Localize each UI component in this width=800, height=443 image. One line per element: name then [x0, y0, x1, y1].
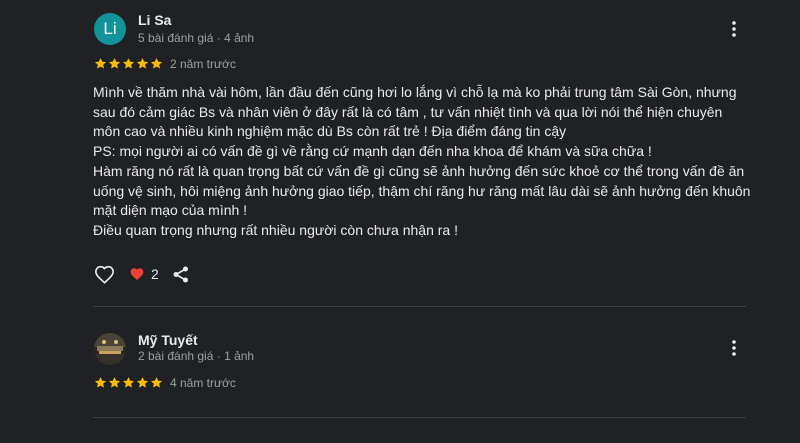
review-card: Mỹ Tuyết 2 bài đánh giá · 1 ảnh 4 năm tr… [0, 320, 800, 420]
review-text-line: Mình về thăm nhà vài hôm, lần đầu đến cũ… [93, 84, 737, 100]
review-card: Li Li Sa 5 bài đánh giá · 4 ảnh 2 năm tr… [0, 0, 800, 310]
heart-filled-icon [130, 268, 144, 281]
review-text-line: PS: mọi người ai có vấn đề gì về rằng cứ… [93, 143, 652, 160]
review-time: 4 năm trước [170, 376, 236, 390]
review-time: 2 năm trước [170, 57, 236, 71]
review-text-line: uống vệ sinh, hôi miệng ảnh hưởng giao t… [93, 182, 751, 199]
review-text-line: Điều quan trọng nhưng rất nhiều người cò… [93, 221, 458, 238]
star-icon [94, 58, 107, 69]
review-text-line: sau đó cảm giác Bs và nhân viên ở đây rấ… [93, 103, 723, 120]
star-rating [94, 376, 163, 389]
heart-outline-icon [94, 265, 114, 284]
review-divider [93, 417, 746, 418]
like-button[interactable] [93, 263, 115, 285]
review-text: Mình về thăm nhà vài hôm, lần đầu đến cũ… [93, 83, 753, 241]
review-divider [93, 306, 746, 307]
reviewer-name[interactable]: Li Sa [138, 12, 171, 28]
review-actions: 2 [93, 263, 191, 285]
star-icon [108, 377, 121, 388]
star-icon [108, 58, 121, 69]
avatar[interactable] [94, 333, 126, 365]
star-icon [122, 377, 135, 388]
review-text-line: môn cao và nhiều kinh nghiệm mặc dù Bs c… [93, 123, 567, 140]
star-icon [150, 58, 163, 69]
more-options-button[interactable] [722, 17, 746, 41]
avatar[interactable]: Li [94, 13, 126, 45]
avatar-photo [94, 333, 126, 365]
review-text-line: mặt diện mạo của mình ! [93, 202, 248, 219]
more-options-button[interactable] [722, 336, 746, 360]
star-rating [94, 57, 163, 70]
more-vert-icon [732, 21, 736, 37]
reviewer-meta: 2 bài đánh giá · 1 ảnh [138, 349, 255, 363]
star-icon [150, 377, 163, 388]
star-icon [94, 377, 107, 388]
like-count: 2 [151, 266, 159, 282]
star-icon [122, 58, 135, 69]
reviewer-name[interactable]: Mỹ Tuyết [138, 332, 198, 348]
star-icon [136, 58, 149, 69]
more-vert-icon [732, 340, 736, 356]
review-text-line: Hàm răng nó rất là quan trọng bất cứ vấn… [93, 162, 745, 179]
star-icon [136, 377, 149, 388]
share-button[interactable] [171, 264, 191, 284]
share-icon [173, 266, 188, 282]
reviewer-meta: 5 bài đánh giá · 4 ảnh [138, 31, 255, 45]
like-count-group[interactable]: 2 [129, 266, 159, 282]
